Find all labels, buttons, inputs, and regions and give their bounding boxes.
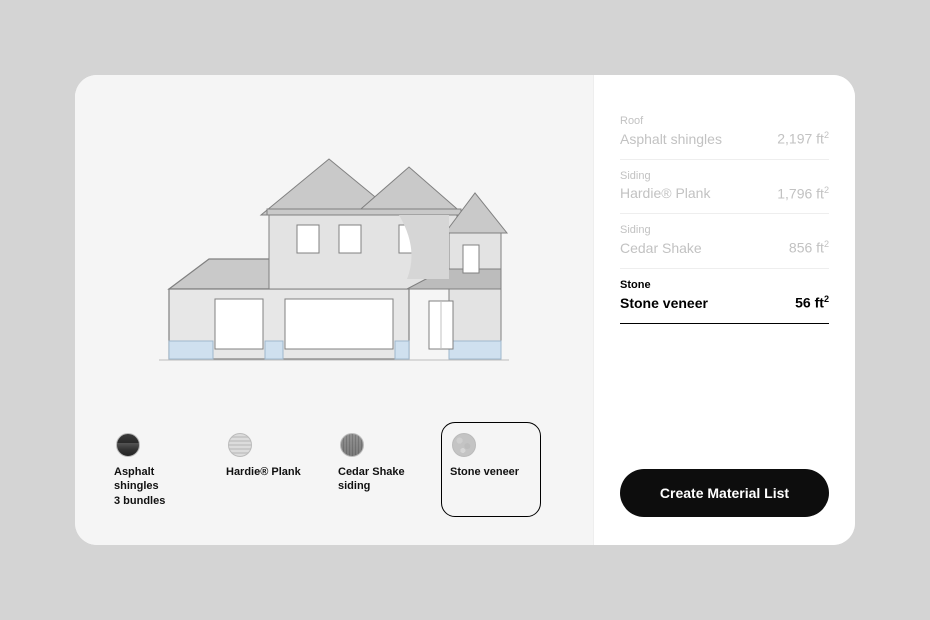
material-category: Siding: [620, 170, 829, 182]
material-row-siding-hardie[interactable]: Siding Hardie® Plank 1,796 ft2: [620, 160, 829, 215]
asphalt-shingles-icon: [116, 433, 140, 457]
material-name: Stone veneer: [620, 295, 708, 311]
materials-panel: Roof Asphalt shingles 2,197 ft2 Siding H…: [593, 75, 855, 545]
swatch-row: Asphalt shingles 3 bundles Hardie® Plank…: [105, 422, 563, 517]
swatch-hardie-plank[interactable]: Hardie® Plank: [217, 422, 317, 517]
stone-veneer-icon: [452, 433, 476, 457]
swatch-sub: siding: [338, 479, 420, 493]
left-panel: Asphalt shingles 3 bundles Hardie® Plank…: [75, 75, 593, 545]
material-category: Stone: [620, 279, 829, 291]
create-material-list-button[interactable]: Create Material List: [620, 469, 829, 517]
material-name: Asphalt shingles: [620, 131, 722, 147]
material-name: Hardie® Plank: [620, 185, 710, 201]
material-row-siding-cedar[interactable]: Siding Cedar Shake 856 ft2: [620, 214, 829, 269]
material-row-roof[interactable]: Roof Asphalt shingles 2,197 ft2: [620, 105, 829, 160]
material-name: Cedar Shake: [620, 240, 702, 256]
swatch-label: Asphalt shingles: [114, 465, 196, 494]
house-illustration: [149, 129, 519, 389]
material-area: 56 ft2: [795, 294, 829, 311]
swatch-label: Stone veneer: [450, 465, 532, 479]
swatch-cedar-shake[interactable]: Cedar Shake siding: [329, 422, 429, 517]
material-area: 2,197 ft2: [777, 130, 829, 147]
swatch-sub: 3 bundles: [114, 494, 196, 508]
swatch-stone-veneer[interactable]: Stone veneer: [441, 422, 541, 517]
material-area: 856 ft2: [789, 239, 829, 256]
spacer: [620, 324, 829, 451]
material-category: Roof: [620, 115, 829, 127]
material-row-stone[interactable]: Stone Stone veneer 56 ft2: [620, 269, 829, 324]
cedar-shake-icon: [340, 433, 364, 457]
hardie-plank-icon: [228, 433, 252, 457]
material-area: 1,796 ft2: [777, 185, 829, 202]
swatch-label: Hardie® Plank: [226, 465, 308, 479]
material-category: Siding: [620, 224, 829, 236]
swatch-asphalt-shingles[interactable]: Asphalt shingles 3 bundles: [105, 422, 205, 517]
house-illustration-wrap: [105, 105, 563, 412]
swatch-label: Cedar Shake: [338, 465, 420, 479]
app-card: Asphalt shingles 3 bundles Hardie® Plank…: [75, 75, 855, 545]
